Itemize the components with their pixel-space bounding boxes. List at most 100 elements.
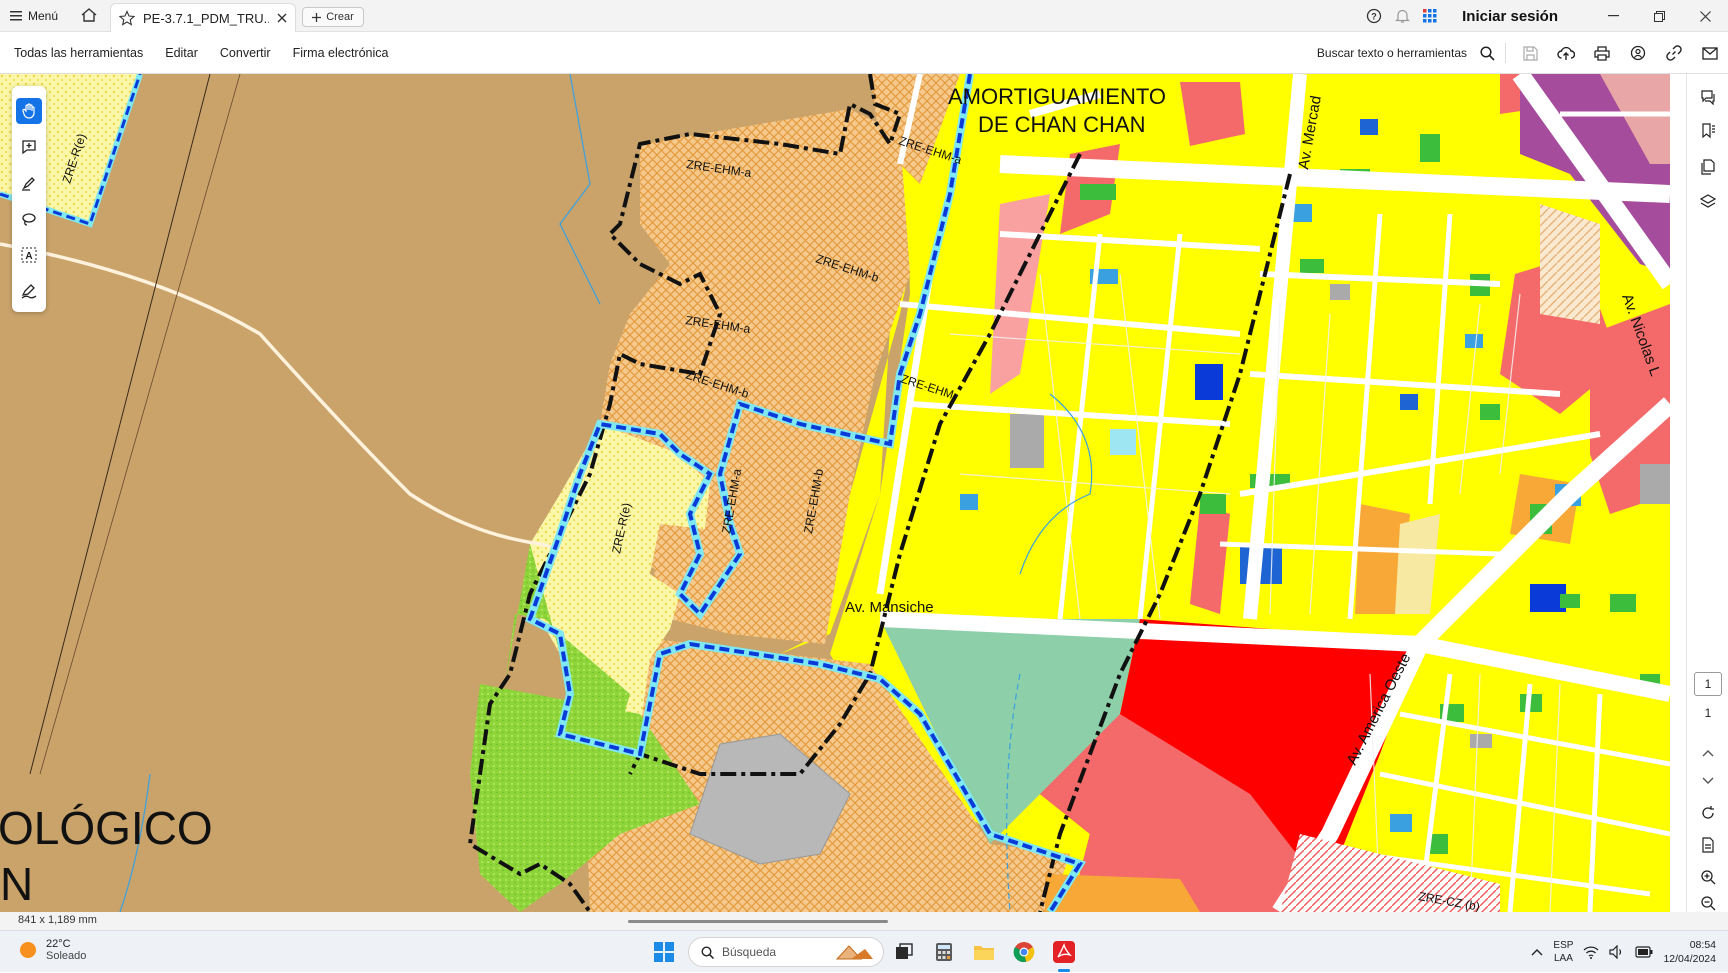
- right-sidebar: 1 1: [1686, 74, 1728, 912]
- search-icon: [1479, 45, 1495, 61]
- apps-button[interactable]: [1416, 0, 1444, 32]
- task-view-button[interactable]: [890, 938, 918, 966]
- volume-icon[interactable]: [1609, 945, 1625, 959]
- chevron-up-icon[interactable]: [1531, 948, 1543, 956]
- comments-panel-button[interactable]: [1697, 86, 1719, 108]
- mail-icon: [1702, 46, 1718, 60]
- hamburger-icon: [10, 11, 22, 21]
- clock[interactable]: 08:54 12/04/2024: [1663, 938, 1716, 966]
- minimize-icon: [1607, 15, 1619, 17]
- rotate-button[interactable]: [1697, 802, 1719, 824]
- link-icon: [1666, 45, 1682, 61]
- chevron-down-icon: [1702, 777, 1714, 784]
- svg-text:A: A: [25, 251, 32, 262]
- next-page-button[interactable]: [1697, 770, 1719, 792]
- chrome-icon: [1013, 942, 1035, 963]
- sun-icon: [20, 942, 36, 958]
- rotate-icon: [1702, 806, 1714, 819]
- quick-tools-panel: A: [12, 86, 46, 312]
- label-amortiguamiento-1: AMORTIGUAMIENTO: [948, 84, 1166, 109]
- minimize-button[interactable]: [1590, 0, 1636, 32]
- copy-link-button[interactable]: [1656, 32, 1692, 74]
- lasso-icon: [22, 213, 36, 226]
- date: 12/04/2024: [1663, 953, 1716, 965]
- search-tools-field[interactable]: Buscar texto o herramientas: [1317, 46, 1467, 60]
- document-tab[interactable]: PE-3.7.1_PDM_TRU...: [110, 3, 296, 32]
- file-explorer-app[interactable]: [970, 938, 998, 966]
- svg-text:?: ?: [1371, 12, 1377, 22]
- share-user-button[interactable]: [1620, 32, 1656, 74]
- star-icon: [119, 10, 135, 26]
- menu-convert[interactable]: Convertir: [220, 46, 271, 60]
- share-user-icon: [1630, 45, 1646, 61]
- text-select-tool[interactable]: A: [16, 242, 42, 268]
- save-button[interactable]: [1512, 32, 1548, 74]
- label-av-mansiche: Av. Mansiche: [845, 599, 934, 616]
- urban-zoning-map: AMORTIGUAMIENTO DE CHAN CHAN ZRE-EHM-a Z…: [0, 74, 1670, 912]
- comment-tool[interactable]: [16, 134, 42, 160]
- label-n: N: [0, 858, 33, 910]
- close-icon: [1699, 10, 1711, 22]
- home-icon: [81, 8, 97, 22]
- signin-button[interactable]: Iniciar sesión: [1462, 8, 1558, 25]
- windows-taskbar: 22°C Soleado Búsqueda ESP LAA 08:54 12/0…: [0, 930, 1728, 972]
- windows-logo-icon: [654, 942, 674, 962]
- prev-page-button[interactable]: [1697, 742, 1719, 764]
- search-button[interactable]: [1475, 32, 1499, 74]
- draw-tool[interactable]: [16, 206, 42, 232]
- layers-panel-button[interactable]: [1697, 190, 1719, 212]
- battery-icon[interactable]: [1635, 946, 1653, 958]
- taskbar-search[interactable]: Búsqueda: [688, 937, 884, 967]
- print-icon: [1594, 45, 1610, 61]
- zoom-in-button[interactable]: [1697, 866, 1719, 888]
- layers-icon: [1700, 194, 1716, 208]
- help-button[interactable]: ?: [1360, 0, 1388, 32]
- calculator-app[interactable]: [930, 938, 958, 966]
- zoom-out-button[interactable]: [1697, 894, 1719, 912]
- chrome-app[interactable]: [1010, 938, 1038, 966]
- language-indicator[interactable]: ESP LAA: [1553, 939, 1573, 965]
- restore-button[interactable]: [1636, 0, 1682, 32]
- zoom-out-icon: [1701, 896, 1716, 911]
- bell-icon: [1394, 9, 1410, 23]
- close-window-button[interactable]: [1682, 0, 1728, 32]
- start-button[interactable]: [650, 938, 678, 966]
- menu-esign[interactable]: Firma electrónica: [293, 46, 389, 60]
- cloud-upload-icon: [1557, 46, 1575, 60]
- wifi-icon[interactable]: [1583, 945, 1599, 959]
- weather-widget[interactable]: 22°C Soleado: [18, 938, 86, 962]
- search-icon: [701, 945, 714, 959]
- task-view-icon: [896, 943, 913, 959]
- print-button[interactable]: [1584, 32, 1620, 74]
- plus-icon: [312, 12, 322, 22]
- main-toolbar: Todas las herramientas Editar Convertir …: [0, 32, 1728, 74]
- horizontal-scrollbar[interactable]: [628, 920, 888, 923]
- email-button[interactable]: [1692, 32, 1728, 74]
- pages-panel-button[interactable]: [1697, 156, 1719, 178]
- cloud-upload-button[interactable]: [1548, 32, 1584, 74]
- chevron-up-icon: [1702, 750, 1714, 757]
- acrobat-app[interactable]: [1050, 938, 1078, 972]
- keyboard-layout: LAA: [1553, 953, 1573, 964]
- comments-icon: [1701, 90, 1715, 105]
- sign-tool[interactable]: [16, 278, 42, 304]
- signature-pen-icon: [21, 284, 37, 299]
- label-amortiguamiento-2: DE CHAN CHAN: [978, 112, 1145, 137]
- apps-grid-icon: [1423, 9, 1437, 23]
- total-pages: 1: [1704, 706, 1712, 720]
- hand-tool[interactable]: [16, 98, 42, 124]
- home-button[interactable]: [80, 7, 100, 25]
- close-tab-icon[interactable]: [277, 13, 287, 23]
- menu-all-tools[interactable]: Todas las herramientas: [14, 46, 143, 60]
- bookmarks-panel-button[interactable]: [1697, 120, 1719, 142]
- weather-condition: Soleado: [46, 950, 87, 962]
- notifications-button[interactable]: [1388, 0, 1416, 32]
- menu-button[interactable]: Menú: [10, 6, 58, 26]
- page-properties-button[interactable]: [1697, 834, 1719, 856]
- current-page-input[interactable]: 1: [1694, 672, 1722, 696]
- highlight-tool[interactable]: [16, 170, 42, 196]
- menu-edit[interactable]: Editar: [165, 46, 198, 60]
- new-tab-button[interactable]: Crear: [302, 7, 364, 27]
- document-canvas[interactable]: AMORTIGUAMIENTO DE CHAN CHAN ZRE-EHM-a Z…: [0, 74, 1670, 912]
- window-titlebar: Menú PE-3.7.1_PDM_TRU... Crear ? Iniciar…: [0, 0, 1728, 32]
